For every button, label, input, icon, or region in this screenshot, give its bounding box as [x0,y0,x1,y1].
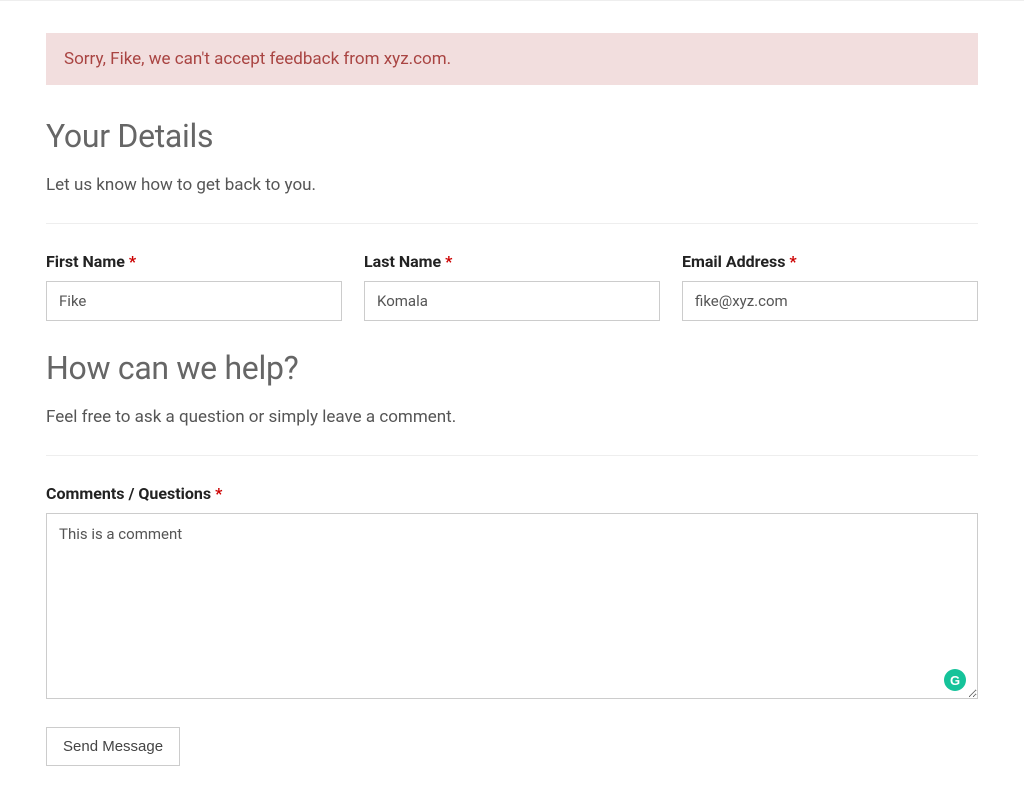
first-name-label: First Name * [46,252,342,271]
error-alert: Sorry, Fike, we can't accept feedback fr… [46,33,978,85]
grammarly-icon[interactable]: G [944,669,966,691]
error-alert-text: Sorry, Fike, we can't accept feedback fr… [64,49,451,69]
your-details-subtitle: Let us know how to get back to you. [46,175,978,195]
your-details-heading: Your Details [46,117,978,155]
divider [46,223,978,224]
comments-textarea[interactable] [46,513,978,699]
grammarly-icon-letter: G [950,673,960,688]
email-field[interactable] [682,281,978,321]
first-name-label-text: First Name [46,252,125,271]
send-message-button[interactable]: Send Message [46,727,180,766]
how-help-heading: How can we help? [46,349,978,387]
last-name-field[interactable] [364,281,660,321]
details-row: First Name * Last Name * Email Address * [46,252,978,321]
divider [46,455,978,456]
required-asterisk: * [215,484,222,503]
required-asterisk: * [129,252,136,271]
required-asterisk: * [445,252,452,271]
email-label: Email Address * [682,252,978,271]
how-help-subtitle: Feel free to ask a question or simply le… [46,407,978,427]
last-name-label: Last Name * [364,252,660,271]
required-asterisk: * [789,252,796,271]
email-label-text: Email Address [682,252,785,271]
comments-label-text: Comments / Questions [46,484,211,503]
first-name-field[interactable] [46,281,342,321]
last-name-label-text: Last Name [364,252,441,271]
comments-label: Comments / Questions * [46,484,978,503]
